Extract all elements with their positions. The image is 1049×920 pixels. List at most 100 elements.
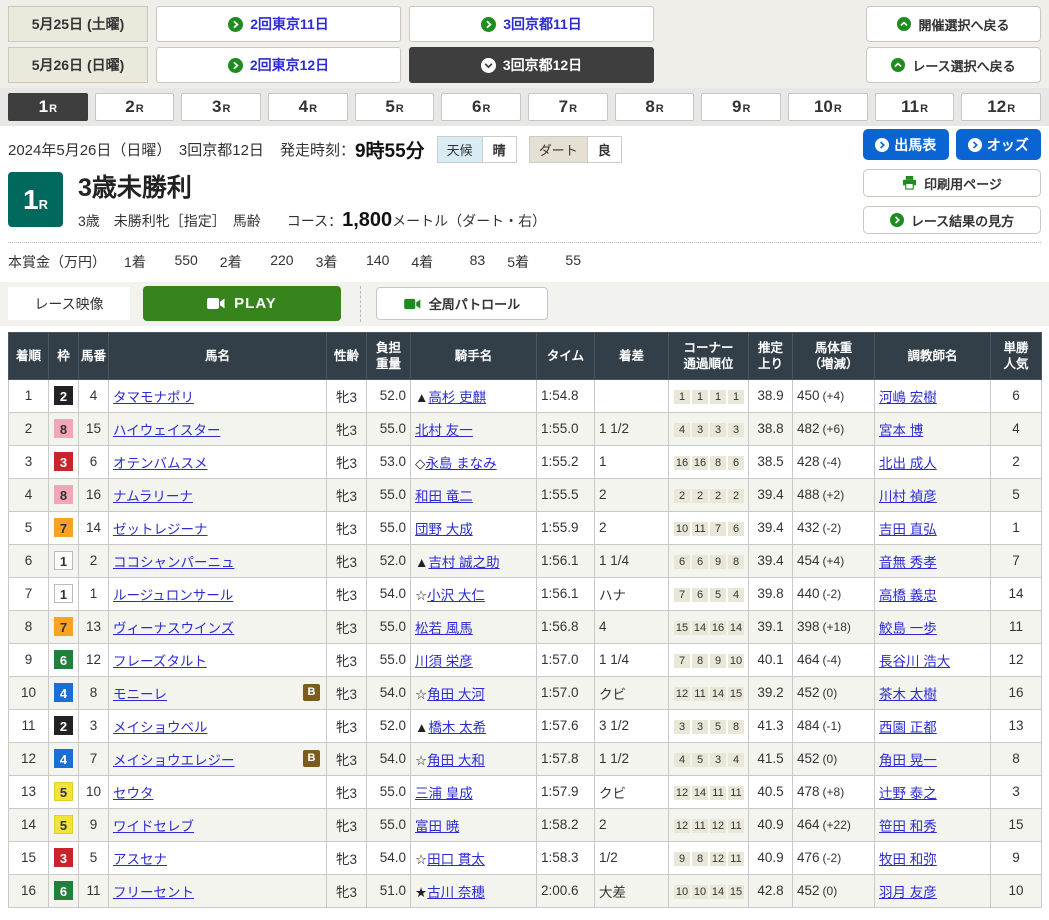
race-tab-7r[interactable]: 7R [528, 93, 608, 121]
jockey-name-link[interactable]: 田口 貫太 [427, 852, 485, 867]
horse-name-link[interactable]: モニーレ [113, 687, 167, 702]
horse-name-link[interactable]: ゼットレジーナ [113, 522, 208, 537]
win-favorite-cell: 14 [991, 577, 1042, 610]
jockey-name-link[interactable]: 和田 竜二 [415, 489, 473, 504]
race-tab-8r[interactable]: 8R [615, 93, 695, 121]
frame-cell: 2 [49, 379, 79, 412]
horse-name-link[interactable]: タマモナポリ [113, 390, 194, 405]
frame-cell: 8 [49, 412, 79, 445]
carried-weight-cell: 53.0 [367, 445, 411, 478]
horse-name-link[interactable]: オテンバムスメ [113, 456, 208, 471]
prize-place: 5着 [507, 252, 529, 272]
trainer-name-link[interactable]: 川村 禎彦 [879, 489, 937, 504]
race-tab-6r[interactable]: 6R [441, 93, 521, 121]
corner-positions-cell: 161686 [669, 445, 749, 478]
race-tab-9r[interactable]: 9R [701, 93, 781, 121]
trainer-cell: 笹田 和秀 [875, 808, 991, 841]
patrol-video-button[interactable]: 全周パトロール [376, 287, 548, 320]
jockey-name-link[interactable]: 松若 風馬 [415, 621, 473, 636]
trainer-name-link[interactable]: 角田 晃一 [879, 753, 937, 768]
trainer-name-link[interactable]: 鮫島 一歩 [879, 621, 937, 636]
horse-name-link[interactable]: ルージュロンサール [113, 588, 233, 603]
trainer-name-link[interactable]: 西園 正都 [879, 720, 937, 735]
win-favorite-cell: 7 [991, 544, 1042, 577]
corner-position: 11 [728, 786, 744, 800]
meeting-button-label: 2回東京12日 [250, 55, 329, 75]
jockey-name-link[interactable]: 高杉 吏麒 [428, 390, 486, 405]
race-tab-10r[interactable]: 10R [788, 93, 868, 121]
race-tab-3r[interactable]: 3R [181, 93, 261, 121]
back-to-race-select-button[interactable]: レース選択へ戻る [866, 47, 1041, 83]
prize-item: 1着550 [124, 252, 214, 272]
jockey-name-link[interactable]: 北村 友一 [415, 423, 473, 438]
last-3f-cell: 40.9 [749, 841, 793, 874]
horse-number-cell: 15 [79, 412, 109, 445]
jockey-name-link[interactable]: 川須 栄彦 [415, 654, 473, 669]
trainer-name-link[interactable]: 笹田 和秀 [879, 819, 937, 834]
horse-name-link[interactable]: アスセナ [113, 852, 167, 867]
trainer-name-link[interactable]: 茶木 太樹 [879, 687, 937, 702]
jockey-name-link[interactable]: 古川 奈穂 [427, 885, 485, 900]
corner-position: 6 [692, 555, 708, 569]
race-tab-4r[interactable]: 4R [268, 93, 348, 121]
print-page-button[interactable]: 印刷用ページ [863, 169, 1041, 197]
race-number: 1 [23, 184, 39, 216]
race-tab-number: 3 [212, 97, 221, 117]
horse-name-link[interactable]: セウタ [113, 786, 154, 801]
trainer-name-link[interactable]: 音無 秀孝 [879, 555, 937, 570]
horse-name-link[interactable]: ココシャンパーニュ [113, 555, 235, 570]
trainer-name-link[interactable]: 高橋 義忠 [879, 588, 937, 603]
horse-name-link[interactable]: フレーズタルト [113, 654, 207, 669]
trainer-name-link[interactable]: 河嶋 宏樹 [879, 390, 937, 405]
corner-position: 4 [674, 423, 690, 437]
trainer-name-link[interactable]: 宮本 博 [879, 423, 923, 438]
meeting-button-tokyo-11[interactable]: 2回東京11日 [156, 6, 401, 42]
trainer-name-link[interactable]: 辻野 泰之 [879, 786, 937, 801]
jockey-name-link[interactable]: 団野 大成 [415, 522, 473, 537]
meeting-button-kyoto-11[interactable]: 3回京都11日 [409, 6, 654, 42]
jockey-name-link[interactable]: 角田 大和 [427, 753, 485, 768]
horse-name-link[interactable]: フリーセント [113, 885, 194, 900]
back-to-meeting-select-button[interactable]: 開催選択へ戻る [866, 6, 1041, 42]
horse-number-cell: 10 [79, 775, 109, 808]
jockey-name-link[interactable]: 吉村 誠之助 [428, 555, 499, 570]
carried-weight-cell: 55.0 [367, 643, 411, 676]
race-tab-12r[interactable]: 12R [961, 93, 1041, 121]
jockey-cell: 団野 大成 [411, 511, 537, 544]
trainer-name-link[interactable]: 羽月 友彦 [879, 885, 937, 900]
horse-name-link[interactable]: ナムラリーナ [113, 489, 193, 504]
race-tab-2r[interactable]: 2R [95, 93, 175, 121]
jockey-name-link[interactable]: 橋木 太希 [428, 720, 486, 735]
meeting-button-kyoto-12-selected[interactable]: 3回京都12日 [409, 47, 654, 83]
race-tab-number: 8 [645, 97, 654, 117]
jockey-name-link[interactable]: 永島 まなみ [425, 456, 496, 471]
horse-name-link[interactable]: ワイドセレブ [113, 819, 194, 834]
horse-number-cell: 13 [79, 610, 109, 643]
horse-name-link[interactable]: ヴィーナスウインズ [113, 621, 234, 636]
odds-button[interactable]: オッズ [956, 129, 1042, 160]
jockey-name-link[interactable]: 富田 暁 [415, 819, 459, 834]
trainer-name-link[interactable]: 北出 成人 [879, 456, 937, 471]
horse-name-link[interactable]: メイショウエレジー [113, 753, 235, 768]
corner-position: 4 [728, 753, 744, 767]
trainer-name-link[interactable]: 牧田 和弥 [879, 852, 937, 867]
meeting-button-tokyo-12[interactable]: 2回東京12日 [156, 47, 401, 83]
play-button[interactable]: PLAY [143, 286, 341, 321]
trainer-name-link[interactable]: 吉田 直弘 [879, 522, 937, 537]
prize-place: 3着 [316, 252, 338, 272]
column-header-騎手名: 騎手名 [411, 332, 537, 379]
horse-name-cell: オテンバムスメ [109, 445, 327, 478]
race-tab-5r[interactable]: 5R [355, 93, 435, 121]
shutsuba-button[interactable]: 出馬表 [863, 129, 949, 160]
jockey-name-link[interactable]: 小沢 大仁 [427, 588, 485, 603]
race-tab-11r[interactable]: 11R [875, 93, 955, 121]
results-guide-button[interactable]: レース結果の見方 [863, 206, 1041, 234]
circle-right-arrow-icon [890, 213, 904, 227]
horse-name-link[interactable]: メイショウベル [113, 720, 208, 735]
horse-name-link[interactable]: ハイウェイスター [113, 423, 220, 438]
race-tab-1r[interactable]: 1R [8, 93, 88, 121]
jockey-name-link[interactable]: 角田 大河 [427, 687, 485, 702]
circle-right-arrow-icon [228, 58, 243, 73]
trainer-name-link[interactable]: 長谷川 浩大 [879, 654, 950, 669]
jockey-name-link[interactable]: 三浦 皇成 [415, 786, 473, 801]
